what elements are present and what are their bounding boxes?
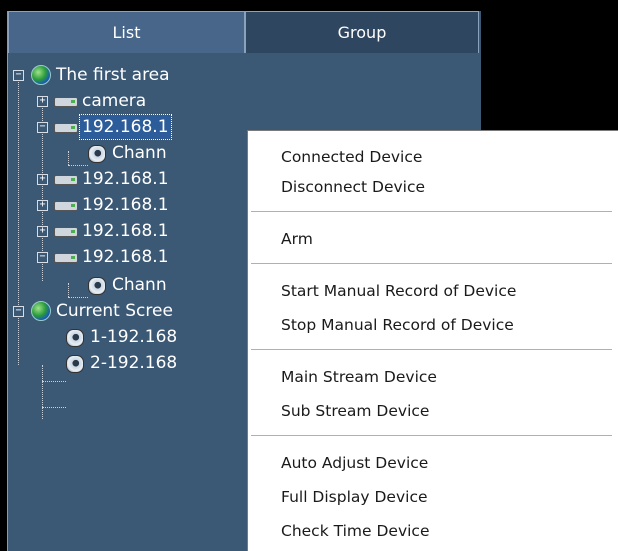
tree-node-label: Chann xyxy=(112,143,167,163)
collapse-icon[interactable]: − xyxy=(37,252,48,263)
menu-item-check-time[interactable]: Check Time Device xyxy=(248,514,618,548)
globe-icon xyxy=(31,301,51,321)
device-icon xyxy=(54,123,78,133)
tree-node-channel-1[interactable]: Chann xyxy=(8,141,268,165)
tree-node-label: The first area xyxy=(56,65,170,85)
tree-node-label: 192.168.1 xyxy=(82,247,169,267)
menu-item-auto-adjust[interactable]: Auto Adjust Device xyxy=(248,446,618,480)
tree-connector xyxy=(68,165,88,166)
expand-icon[interactable]: + xyxy=(37,96,48,107)
tree-node-label: 192.168.1 xyxy=(79,114,172,140)
tree-node-camera[interactable]: + camera xyxy=(8,89,268,113)
globe-icon xyxy=(31,65,51,85)
device-icon xyxy=(54,227,78,237)
tree-node-device-4[interactable]: + 192.168.1 xyxy=(8,219,268,243)
tree-node-label: 192.168.1 xyxy=(82,221,169,241)
tree-node-label: 1-192.168 xyxy=(90,327,178,347)
menu-separator xyxy=(251,211,612,213)
tree-node-device-2[interactable]: + 192.168.1 xyxy=(8,167,268,191)
tree-node-label: 192.168.1 xyxy=(82,169,169,189)
collapse-icon[interactable]: − xyxy=(37,122,48,133)
context-menu: Connected Device Disconnect Device Arm S… xyxy=(247,130,618,551)
tree-node-device-5[interactable]: − 192.168.1 xyxy=(8,245,268,269)
tab-group[interactable]: Group xyxy=(245,11,479,53)
camera-icon xyxy=(88,145,106,163)
tree-connector xyxy=(42,381,66,382)
device-icon xyxy=(54,253,78,263)
tree-node-current-2[interactable]: 2-192.168 xyxy=(8,351,268,375)
menu-separator xyxy=(251,349,612,351)
tree-node-label: Chann xyxy=(112,275,167,295)
tree-node-label: camera xyxy=(82,91,147,111)
menu-item-start-manual-record[interactable]: Start Manual Record of Device xyxy=(248,274,618,308)
menu-item-full-display[interactable]: Full Display Device xyxy=(248,480,618,514)
tree-connector xyxy=(68,297,88,298)
tree-node-channel-2[interactable]: Chann xyxy=(8,273,268,297)
tree-node-label: 2-192.168 xyxy=(90,353,178,373)
tree-node-current-screen[interactable]: − Current Scree xyxy=(8,299,268,323)
tab-list[interactable]: List xyxy=(8,11,245,53)
camera-icon xyxy=(66,329,84,347)
camera-icon xyxy=(66,355,84,373)
menu-item-main-stream[interactable]: Main Stream Device xyxy=(248,360,618,394)
menu-separator xyxy=(251,263,612,265)
menu-item-disconnect-device[interactable]: Disconnect Device xyxy=(248,170,618,204)
menu-item-stop-manual-record[interactable]: Stop Manual Record of Device xyxy=(248,308,618,342)
collapse-icon[interactable]: − xyxy=(13,306,24,317)
menu-separator xyxy=(251,435,612,437)
menu-item-sub-stream[interactable]: Sub Stream Device xyxy=(248,394,618,428)
menu-item-connected-device[interactable]: Connected Device xyxy=(248,140,618,174)
expand-icon[interactable]: + xyxy=(37,200,48,211)
expand-icon[interactable]: + xyxy=(37,226,48,237)
camera-icon xyxy=(88,277,106,295)
device-icon xyxy=(54,175,78,185)
tree-node-device-3[interactable]: + 192.168.1 xyxy=(8,193,268,217)
tree-node-current-1[interactable]: 1-192.168 xyxy=(8,325,268,349)
device-icon xyxy=(54,201,78,211)
tree-connector xyxy=(42,407,66,408)
device-icon xyxy=(54,97,78,107)
collapse-icon[interactable]: − xyxy=(13,70,24,81)
tree-node-area1[interactable]: − The first area xyxy=(8,63,268,87)
tree-node-device-1[interactable]: − 192.168.1 xyxy=(8,114,268,140)
tree-node-label: Current Scree xyxy=(56,301,173,321)
tree-node-label: 192.168.1 xyxy=(82,195,169,215)
menu-item-arm[interactable]: Arm xyxy=(248,222,618,256)
expand-icon[interactable]: + xyxy=(37,174,48,185)
